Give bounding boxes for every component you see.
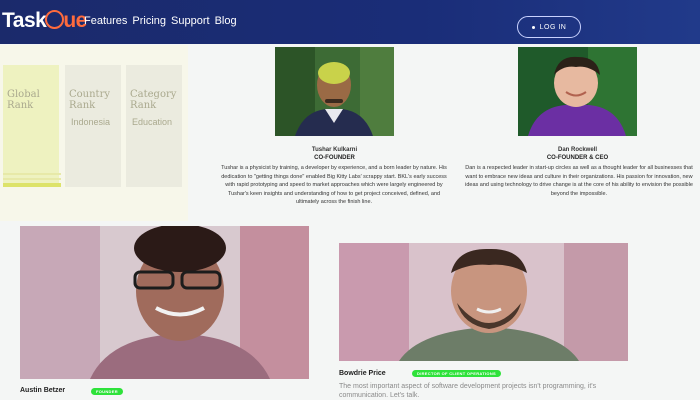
rank-title: Country Rank	[69, 89, 111, 111]
dan-bio: Dan is a respected leader in start-up ci…	[465, 165, 693, 197]
austin-badge: FOUNDER	[91, 388, 123, 395]
tushar-name: Tushar Kulkarni	[311, 147, 358, 153]
dan-photo	[518, 47, 637, 136]
login-button[interactable]: LOG IN	[517, 16, 581, 38]
tushar-role: CO-FOUNDER	[314, 155, 355, 161]
dan-name: Dan Rockwell	[557, 147, 597, 153]
nav-link-pricing[interactable]: Pricing	[132, 15, 166, 27]
logo-q-icon	[45, 10, 65, 29]
rank-card-global: Global Rank	[3, 65, 59, 187]
logo-text-task: Task	[2, 9, 47, 32]
rank-bar	[3, 183, 61, 187]
nav-links: Features Pricing Support Blog	[84, 15, 237, 27]
tushar-photo	[275, 47, 394, 136]
rank-bar	[3, 173, 61, 175]
austin-photo	[20, 226, 309, 379]
nav-link-features[interactable]: Features	[84, 15, 127, 27]
nav-link-blog[interactable]: Blog	[215, 15, 237, 27]
austin-name: Austin Betzer	[20, 387, 66, 394]
bowdrie-name: Bowdrie Price	[339, 370, 386, 377]
rank-card-category: Category Rank Education	[126, 65, 182, 187]
rank-title: Global Rank	[7, 89, 40, 111]
dan-role: CO-FOUNDER & CEO	[546, 155, 609, 161]
bowdrie-badge: DIRECTOR OF CLIENT OPERATIONS	[412, 370, 501, 377]
bowdrie-bio: The most important aspect of software de…	[339, 383, 597, 399]
rank-value: Indonesia	[71, 117, 111, 127]
login-icon	[531, 25, 535, 29]
rank-value: Education	[132, 117, 173, 127]
rank-title: Category Rank	[130, 89, 177, 111]
bowdrie-photo	[339, 243, 628, 361]
rank-card-country: Country Rank Indonesia	[65, 65, 121, 187]
nav-link-support[interactable]: Support	[171, 15, 210, 27]
logo[interactable]: Task ue	[2, 8, 87, 33]
top-navbar: Task ue Features Pricing Support Blog LOG…	[0, 0, 700, 44]
rank-panel: Global Rank Country Rank Indonesia Categ…	[0, 45, 188, 221]
rank-bar	[3, 178, 61, 180]
login-label: LOG IN	[539, 23, 567, 31]
tushar-bio: Tushar is a physicist by training, a dev…	[221, 165, 447, 205]
